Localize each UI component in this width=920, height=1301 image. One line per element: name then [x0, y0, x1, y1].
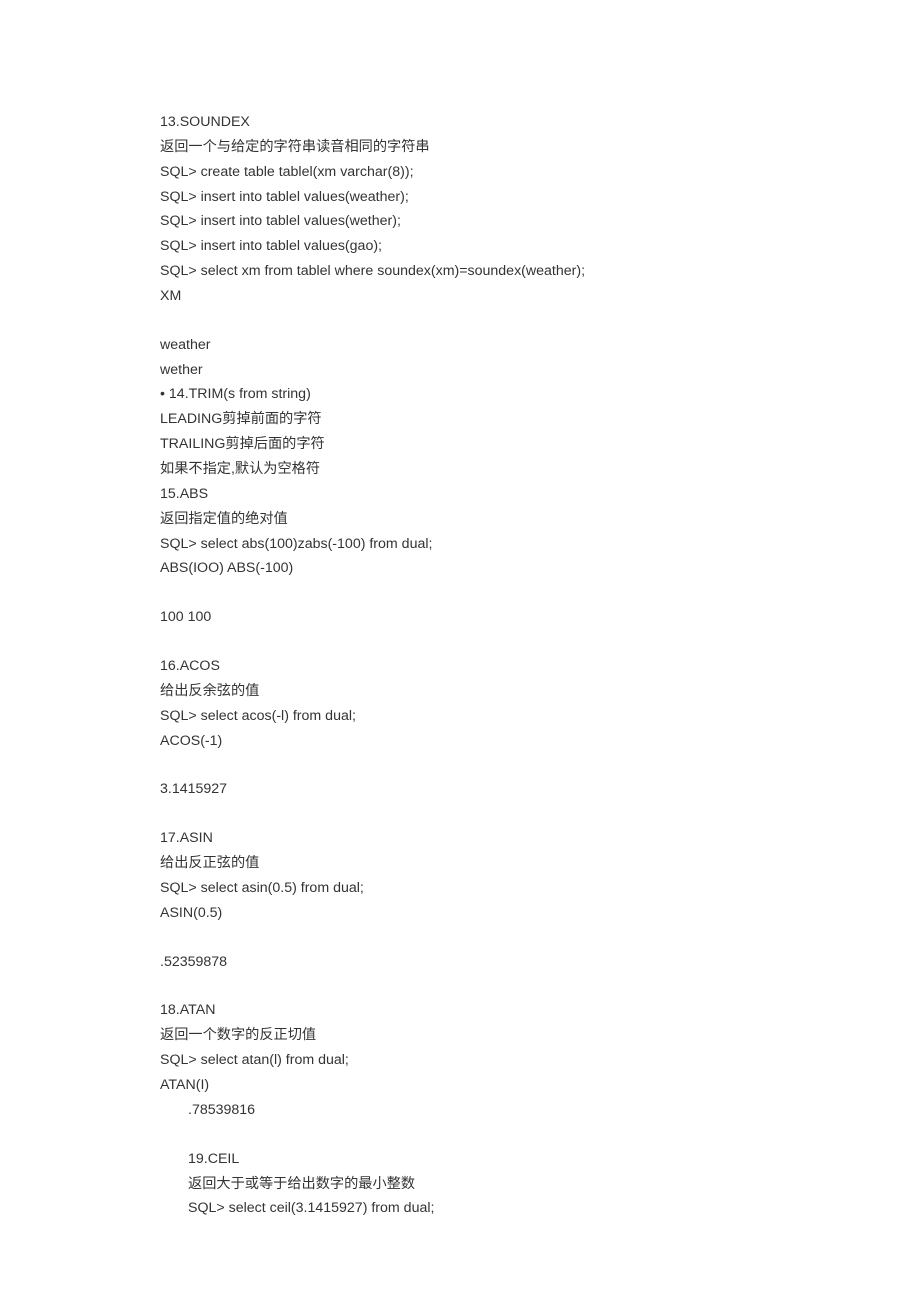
text-line: 19.CEIL — [160, 1147, 760, 1172]
text-line: SQL> insert into tablel values(wether); — [160, 209, 760, 234]
text-line: 返回指定值的绝对值 — [160, 507, 760, 532]
text-line: SQL> insert into tablel values(weather); — [160, 185, 760, 210]
text-line: weather — [160, 333, 760, 358]
text-line: LEADING剪掉前面的字符 — [160, 407, 760, 432]
text-line: SQL> select xm from tablel where soundex… — [160, 259, 760, 284]
blank-line — [160, 802, 760, 826]
document-page: 13.SOUNDEX返回一个与给定的字符串读音相同的字符串SQL> create… — [0, 0, 920, 1281]
blank-line — [160, 926, 760, 950]
text-line: SQL> select atan(l) from dual; — [160, 1048, 760, 1073]
text-line: 返回一个与给定的字符串读音相同的字符串 — [160, 135, 760, 160]
text-line: 17.ASIN — [160, 826, 760, 851]
text-line: 18.ATAN — [160, 998, 760, 1023]
text-line: wether — [160, 358, 760, 383]
text-line: 3.1415927 — [160, 777, 760, 802]
text-line: 15.ABS — [160, 482, 760, 507]
text-line: ABS(IOO) ABS(-100) — [160, 556, 760, 581]
text-line: ACOS(-1) — [160, 729, 760, 754]
text-line: SQL> select ceil(3.1415927) from dual; — [160, 1196, 760, 1221]
text-line: SQL> select asin(0.5) from dual; — [160, 876, 760, 901]
text-line: SQL> select abs(100)zabs(-100) from dual… — [160, 532, 760, 557]
text-line: .52359878 — [160, 950, 760, 975]
text-line: ASIN(0.5) — [160, 901, 760, 926]
text-line: 16.ACOS — [160, 654, 760, 679]
text-line: 如果不指定,默认为空格符 — [160, 457, 760, 482]
text-line: SQL> insert into tablel values(gao); — [160, 234, 760, 259]
blank-line — [160, 1123, 760, 1147]
text-line: .78539816 — [160, 1098, 760, 1123]
blank-line — [160, 309, 760, 333]
blank-line — [160, 630, 760, 654]
text-line: • 14.TRIM(s from string) — [160, 382, 760, 407]
blank-line — [160, 974, 760, 998]
text-line: SQL> create table tablel(xm varchar(8)); — [160, 160, 760, 185]
text-line: 给出反余弦的值 — [160, 679, 760, 704]
text-line: XM — [160, 284, 760, 309]
text-line: ATAN(I) — [160, 1073, 760, 1098]
text-line: 返回大于或等于给出数字的最小整数 — [160, 1172, 760, 1197]
text-line: 给出反正弦的值 — [160, 851, 760, 876]
blank-line — [160, 581, 760, 605]
text-line: 13.SOUNDEX — [160, 110, 760, 135]
text-line: 返回一个数字的反正切值 — [160, 1023, 760, 1048]
text-line: TRAILING剪掉后面的字符 — [160, 432, 760, 457]
text-line: 100 100 — [160, 605, 760, 630]
text-line: SQL> select acos(-l) from dual; — [160, 704, 760, 729]
blank-line — [160, 753, 760, 777]
